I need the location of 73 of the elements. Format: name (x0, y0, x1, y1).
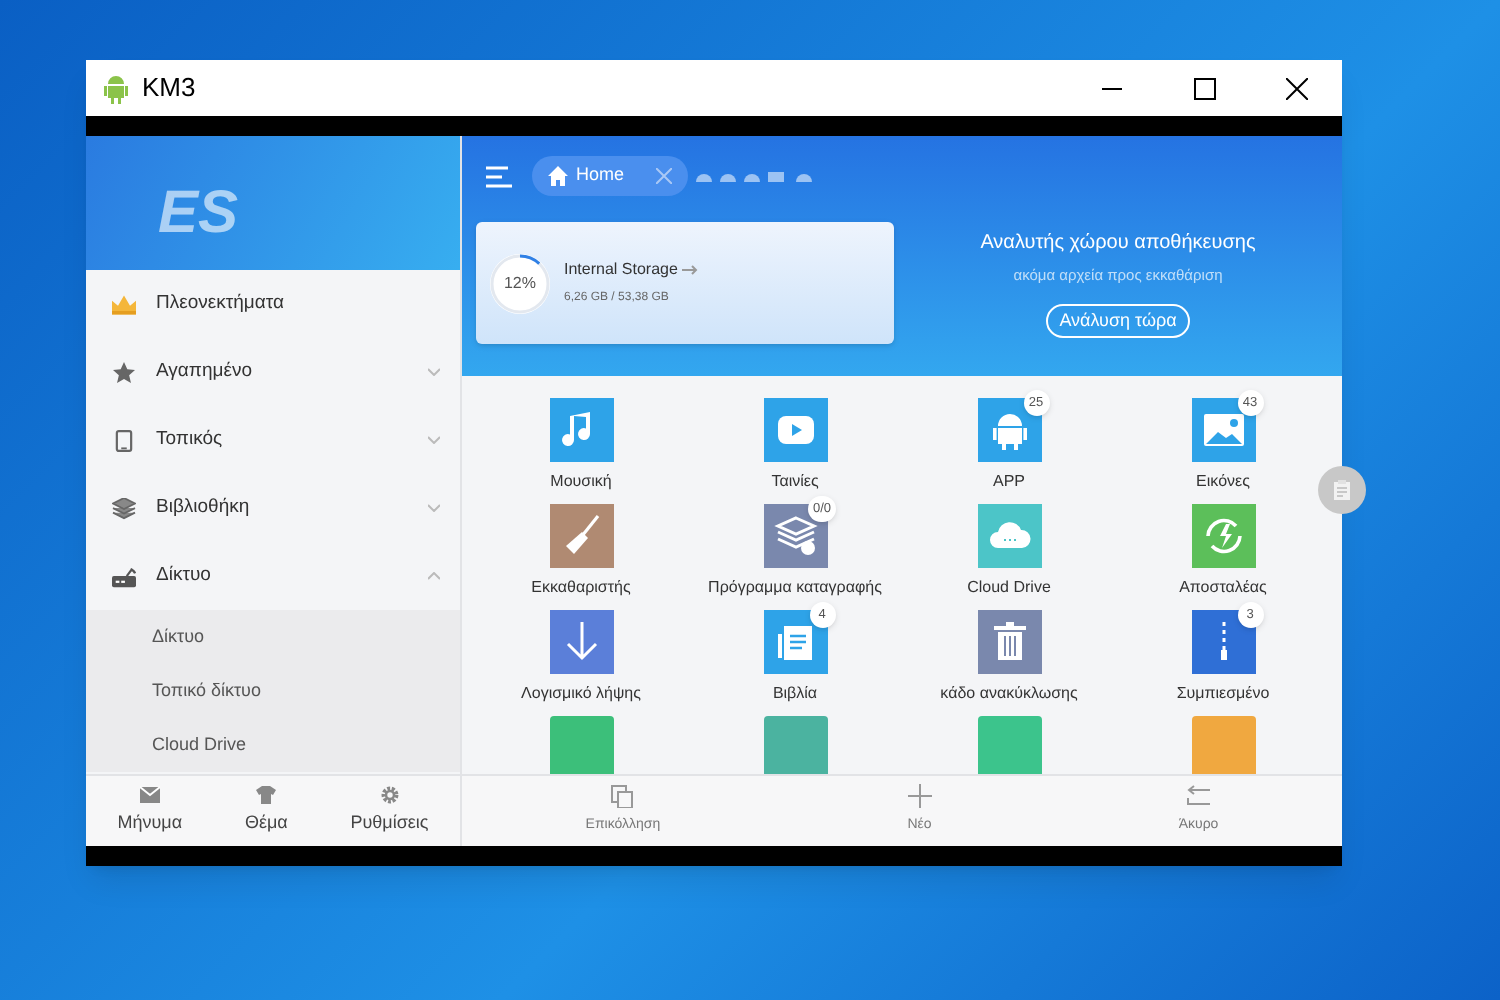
tile-label: Πρόγραμμα καταγραφής (708, 576, 882, 600)
plus-icon (907, 784, 932, 809)
tile-label: Λογισμικό λήψης (521, 682, 641, 706)
sidebar-item[interactable]: Πλεονεκτήματα (86, 270, 460, 338)
broom-icon (565, 515, 599, 554)
app-tile[interactable] (549, 504, 613, 568)
storage-percent: 12% (503, 271, 536, 295)
star-icon (112, 361, 136, 383)
sidebar-item[interactable]: Τοπικός (86, 406, 460, 474)
menu-icon[interactable] (486, 165, 512, 187)
fab-button[interactable] (1318, 466, 1366, 514)
sidebar-bottom-button[interactable]: Ρυθμίσεις (346, 785, 433, 837)
app-tile-icon[interactable] (549, 716, 613, 774)
tile-label: Εικόνες (1196, 470, 1250, 494)
arrow-icon (681, 264, 698, 276)
music-icon (561, 412, 589, 447)
app-tile-icon[interactable] (763, 716, 827, 774)
minimize-icon (1102, 87, 1122, 89)
stack-icon (775, 516, 817, 555)
home-icon (548, 166, 568, 186)
mail-icon (139, 785, 160, 804)
window-title: KM3 (142, 70, 196, 107)
zipper-icon (1220, 618, 1226, 660)
tile-label: Βιβλία (772, 682, 818, 706)
app-tile[interactable] (549, 398, 613, 462)
tile-label: Εκκαθαριστής (531, 576, 631, 600)
tile-label: APP (992, 470, 1025, 494)
app-tile-icon[interactable] (1191, 716, 1255, 774)
sidebar-subitem[interactable]: Cloud Drive (86, 718, 460, 772)
download-icon (565, 620, 597, 661)
maximize-icon (1193, 77, 1215, 99)
tile-label: Ταινίες (771, 470, 819, 494)
app-tile[interactable] (977, 504, 1041, 568)
undo-icon (1186, 784, 1211, 809)
sidebar-bottom-button[interactable]: Θέμα (240, 785, 292, 837)
app-tile[interactable] (549, 610, 613, 674)
tile-label: Αποσταλέας (1179, 576, 1267, 600)
path-dots-icon (696, 170, 813, 182)
analyzer-title: Αναλυτής χώρου αποθήκευσης (980, 230, 1256, 258)
play-icon (777, 416, 813, 444)
trash-icon (993, 622, 1025, 660)
sidebar-item[interactable]: Αγαπημένο (86, 338, 460, 406)
storage-name: Internal Storage (564, 258, 678, 282)
tile-label: Μουσική (550, 470, 612, 494)
sidebar-subitem[interactable]: Τοπικό δίκτυο (86, 664, 460, 718)
router-icon (112, 565, 136, 587)
sidebar-item[interactable]: Δίκτυο (86, 542, 460, 610)
cloud-icon (989, 522, 1030, 548)
tile-label: Cloud Drive (967, 576, 1051, 600)
layers-icon (112, 497, 136, 519)
document-icon (777, 626, 811, 660)
image-icon (1203, 414, 1243, 446)
logo: ES (158, 178, 239, 250)
crown-icon (112, 293, 136, 315)
gear-icon (379, 785, 400, 804)
android-icon (102, 72, 130, 104)
tile-label: Συμπιεσμένο (1176, 682, 1270, 706)
phone-icon (112, 429, 136, 451)
app-tile[interactable] (977, 610, 1041, 674)
app-tile-icon[interactable] (977, 716, 1041, 774)
paste-icon (610, 784, 635, 809)
sidebar-bottom-button[interactable]: Μήνυμα (113, 785, 187, 837)
tile-label: κάδο ανακύκλωσης (940, 682, 1078, 706)
android-icon (992, 414, 1026, 450)
app-tile[interactable] (763, 398, 827, 462)
clipboard-icon (1334, 480, 1350, 500)
shirt-icon (256, 785, 277, 804)
app-tile[interactable] (1191, 504, 1255, 568)
close-icon (1285, 77, 1307, 99)
sync-icon (1205, 518, 1241, 554)
sidebar-subitem[interactable]: Δίκτυο (86, 610, 460, 664)
close-icon[interactable] (656, 168, 673, 184)
sidebar-item[interactable]: Βιβλιοθήκη (86, 474, 460, 542)
